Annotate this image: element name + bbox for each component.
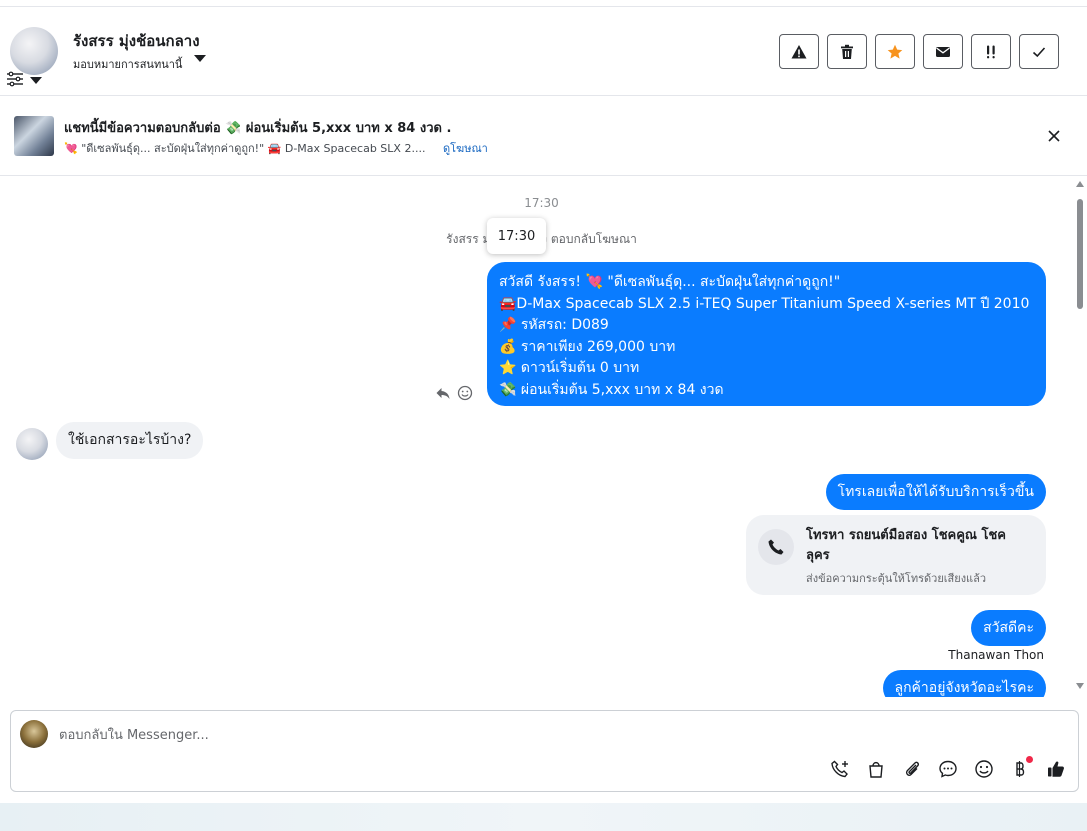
assign-chevron-down-icon[interactable] xyxy=(194,55,206,62)
thumbs-up-icon xyxy=(1048,761,1064,777)
star-icon xyxy=(887,44,903,59)
payment-button[interactable] xyxy=(1009,756,1033,780)
report-spam-button[interactable] xyxy=(779,34,819,69)
assign-conversation-label[interactable]: มอบหมายการสนทนานี้ xyxy=(73,55,182,73)
follow-up-button[interactable] xyxy=(971,34,1011,69)
message-line: 📌 รหัสรถ: D089 xyxy=(499,317,609,333)
incoming-message[interactable]: ใช้เอกสารอะไรบ้าง? xyxy=(56,422,204,459)
time-tooltip: 17:30 xyxy=(487,218,546,254)
top-border xyxy=(0,0,1087,7)
contact-avatar-small[interactable] xyxy=(16,428,48,460)
message-timestamp: 17:30 xyxy=(524,196,559,210)
star-button[interactable] xyxy=(875,34,915,69)
ad-banner-snippet: 💘 "ดีเซลพันธุ์ดุ... สะบัดฝุ่นใส่ทุกค่าดู… xyxy=(64,142,426,155)
outgoing-greeting[interactable]: สวัสดีคะ xyxy=(971,610,1046,646)
close-icon[interactable] xyxy=(1045,127,1063,145)
phone-icon-wrapper xyxy=(758,529,794,565)
shop-button[interactable] xyxy=(865,758,887,780)
mark-done-button[interactable] xyxy=(1019,34,1059,69)
message-line: ⭐ ดาวน์เริ่มต้น 0 บาท xyxy=(499,360,640,376)
message-line: สวัสดี รังสรร! 💘 "ดีเซลพันธุ์ดุ... สะบัด… xyxy=(499,274,841,290)
like-button[interactable] xyxy=(1045,758,1067,780)
emoji-icon xyxy=(975,760,993,778)
ad-thumbnail[interactable] xyxy=(14,116,54,156)
phone-icon xyxy=(768,539,784,555)
phone-plus-icon xyxy=(831,760,848,778)
message-thread: 17:30 รังสรร มุ่งช้อนกลาง ตอบกลับโฆษณา 1… xyxy=(0,177,1087,697)
call-card[interactable]: โทรหา รถยนต์มือสอง โชคคูณ โชค ลุคร ส่งข้… xyxy=(746,515,1046,595)
message-composer xyxy=(10,710,1079,792)
saved-reply-icon xyxy=(939,760,957,778)
contact-avatar[interactable] xyxy=(10,27,58,75)
chat-scrollbar[interactable] xyxy=(1073,177,1087,697)
call-card-title: โทรหา รถยนต์มือสอง โชคคูณ โชค ลุคร xyxy=(806,528,1007,563)
ad-reply-banner: แชทนี้มีข้อความตอบกลับต่อ 💸 ผ่อนเริ่มต้น… xyxy=(0,96,1087,176)
check-icon xyxy=(1032,46,1046,57)
composer-toolbar xyxy=(829,756,1067,780)
warning-icon xyxy=(791,44,807,58)
view-ad-link[interactable]: ดูโฆษณา xyxy=(443,139,488,157)
message-line: 💰 ราคาเพียง 269,000 บาท xyxy=(499,338,676,355)
trash-icon xyxy=(841,44,853,59)
voice-call-request-button[interactable] xyxy=(829,758,851,780)
notification-dot xyxy=(1026,756,1033,763)
message-line: 🚘D-Max Spacecab SLX 2.5 i-TEQ Super Tita… xyxy=(499,295,1030,312)
scroll-down-icon[interactable] xyxy=(1076,683,1084,689)
delete-button[interactable] xyxy=(827,34,867,69)
outgoing-call-prompt[interactable]: โทรเลยเพื่อให้ได้รับบริการเร็วขึ้น xyxy=(825,474,1046,510)
contact-name: รังสรร มุ่งช้อนกลาง xyxy=(73,32,200,50)
ad-banner-title: แชทนี้มีข้อความตอบกลับต่อ 💸 ผ่อนเริ่มต้น… xyxy=(64,121,452,136)
shopping-bag-icon xyxy=(869,761,883,778)
follow-up-icon xyxy=(987,45,995,58)
filter-settings-icon[interactable] xyxy=(6,71,24,87)
emoji-button[interactable] xyxy=(973,758,995,780)
mark-unread-button[interactable] xyxy=(923,34,963,69)
scroll-up-icon[interactable] xyxy=(1076,181,1084,187)
reply-icon[interactable] xyxy=(435,385,451,401)
outgoing-province-question[interactable]: ลูกค้าอยู่จังหวัดอะไรคะ xyxy=(882,670,1046,697)
envelope-icon xyxy=(936,46,950,57)
attach-button[interactable] xyxy=(901,758,923,780)
conversation-actions xyxy=(779,34,1059,69)
react-emoji-icon[interactable] xyxy=(457,385,473,401)
call-card-subtitle: ส่งข้อความกระตุ้นให้โทรด้วยเสียงแล้ว xyxy=(806,572,987,585)
reply-input[interactable] xyxy=(59,725,759,745)
conversation-header: รังสรร มุ่งช้อนกลาง มอบหมายการสนทนานี้ xyxy=(0,7,1087,96)
paperclip-icon xyxy=(905,761,919,776)
sender-name: Thanawan Thon xyxy=(948,648,1044,662)
chevron-down-icon[interactable] xyxy=(30,77,42,84)
saved-replies-button[interactable] xyxy=(937,758,959,780)
scroll-thumb[interactable] xyxy=(1077,199,1083,309)
message-line: 💸 ผ่อนเริ่มต้น 5,xxx บาท x 84 งวด xyxy=(499,381,724,398)
page-footer-band xyxy=(0,803,1087,831)
page-avatar xyxy=(20,720,48,748)
outgoing-ad-message[interactable]: สวัสดี รังสรร! 💘 "ดีเซลพันธุ์ดุ... สะบัด… xyxy=(487,262,1046,406)
message-hover-actions xyxy=(435,385,473,401)
